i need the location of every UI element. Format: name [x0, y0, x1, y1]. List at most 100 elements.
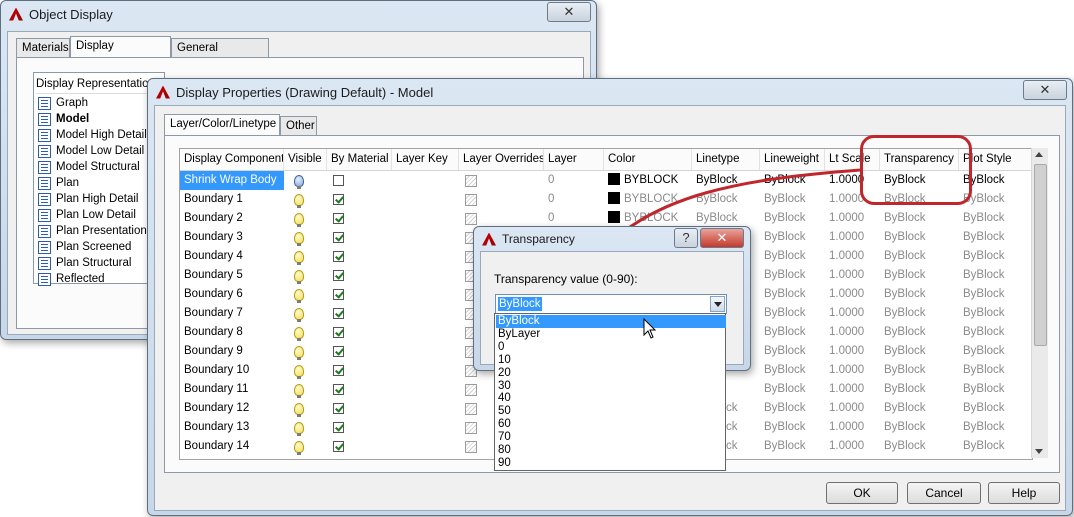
lineweight-cell[interactable]: ByBlock	[760, 228, 825, 247]
display-rep-item[interactable]: Model Low Detail	[38, 143, 144, 159]
lt-scale-cell[interactable]: 1.0000	[825, 209, 880, 228]
color-cell[interactable]: BYBLOCK	[604, 171, 692, 190]
layer-key-cell[interactable]	[392, 285, 459, 304]
layer-overrides-icon[interactable]	[465, 403, 477, 415]
plot-style-cell[interactable]: ByBlock	[959, 228, 1032, 247]
visible-cell[interactable]	[284, 399, 327, 418]
visible-cell[interactable]	[284, 209, 327, 228]
transparency-cell[interactable]: ByBlock	[880, 228, 959, 247]
light-bulb-icon[interactable]	[294, 213, 304, 227]
transparency-option[interactable]: 60	[496, 418, 726, 431]
lt-scale-cell[interactable]: 1.0000	[825, 247, 880, 266]
tab-materials[interactable]: Materials	[16, 38, 70, 57]
plot-style-cell[interactable]: ByBlock	[959, 209, 1032, 228]
layer-key-cell[interactable]	[392, 418, 459, 437]
column-header[interactable]: Layer	[544, 149, 604, 170]
lt-scale-cell[interactable]: 1.0000	[825, 228, 880, 247]
tab-layer-color-linetype[interactable]: Layer/Color/Linetype	[164, 114, 280, 135]
by-material-cell[interactable]	[327, 437, 392, 456]
visible-cell[interactable]	[284, 418, 327, 437]
transparency-cell[interactable]: ByBlock	[880, 285, 959, 304]
layer-key-cell[interactable]	[392, 380, 459, 399]
by-material-checkbox[interactable]	[333, 422, 344, 433]
lineweight-cell[interactable]: ByBlock	[760, 285, 825, 304]
transparency-option[interactable]: ByBlock	[496, 315, 726, 328]
help-button[interactable]: Help	[988, 482, 1060, 504]
layer-key-cell[interactable]	[392, 342, 459, 361]
display-properties-close-button[interactable]: ✕	[1023, 80, 1067, 100]
lineweight-cell[interactable]: ByBlock	[760, 437, 825, 456]
layer-overrides-icon[interactable]	[465, 175, 477, 187]
by-material-checkbox[interactable]	[333, 403, 344, 414]
transparency-option[interactable]: 20	[496, 367, 726, 380]
layer-key-cell[interactable]	[392, 209, 459, 228]
lineweight-cell[interactable]: ByBlock	[760, 209, 825, 228]
plot-style-cell[interactable]: ByBlock	[959, 437, 1032, 456]
layer-overrides-cell[interactable]	[459, 190, 544, 209]
transparency-cell[interactable]: ByBlock	[880, 361, 959, 380]
scroll-up-arrow-icon[interactable]	[1035, 152, 1043, 157]
light-bulb-icon[interactable]	[294, 194, 304, 208]
lineweight-cell[interactable]: ByBlock	[760, 323, 825, 342]
by-material-cell[interactable]	[327, 342, 392, 361]
lt-scale-cell[interactable]: 1.0000	[825, 380, 880, 399]
by-material-checkbox[interactable]	[333, 384, 344, 395]
plot-style-cell[interactable]: ByBlock	[959, 285, 1032, 304]
by-material-checkbox[interactable]	[333, 213, 344, 224]
dropdown-arrow-button[interactable]	[710, 296, 725, 312]
transparency-option[interactable]: 50	[496, 405, 726, 418]
layer-overrides-icon[interactable]	[465, 213, 477, 225]
column-header[interactable]: Visible	[284, 149, 327, 170]
light-bulb-icon[interactable]	[294, 251, 304, 265]
visible-cell[interactable]	[284, 437, 327, 456]
transparency-cell[interactable]: ByBlock	[880, 209, 959, 228]
lt-scale-cell[interactable]: 1.0000	[825, 361, 880, 380]
display-rep-item[interactable]: Model	[38, 111, 89, 127]
by-material-checkbox[interactable]	[333, 289, 344, 300]
column-header[interactable]: Lineweight	[760, 149, 825, 170]
tab-display-properties[interactable]: Display Properties	[70, 36, 171, 71]
by-material-cell[interactable]	[327, 247, 392, 266]
display-rep-item[interactable]: Plan High Detail	[38, 191, 138, 207]
layer-key-cell[interactable]	[392, 247, 459, 266]
by-material-checkbox[interactable]	[333, 175, 344, 186]
visible-cell[interactable]	[284, 285, 327, 304]
tab-general-properties[interactable]: General Properties	[171, 38, 269, 73]
lineweight-cell[interactable]: ByBlock	[760, 342, 825, 361]
light-bulb-icon[interactable]	[294, 270, 304, 284]
transparency-option[interactable]: 10	[496, 354, 726, 367]
transparency-option[interactable]: 40	[496, 392, 726, 405]
object-display-close-button[interactable]: ✕	[547, 2, 591, 22]
column-header[interactable]: Color	[604, 149, 692, 170]
visible-cell[interactable]	[284, 266, 327, 285]
linetype-cell[interactable]: ByBlock	[692, 190, 760, 209]
visible-cell[interactable]	[284, 323, 327, 342]
display-rep-item[interactable]: Plan Presentation	[38, 223, 147, 239]
visible-cell[interactable]	[284, 361, 327, 380]
visible-cell[interactable]	[284, 304, 327, 323]
display-rep-item[interactable]: Plan Structural	[38, 255, 131, 271]
transparency-cell[interactable]: ByBlock	[880, 342, 959, 361]
lt-scale-cell[interactable]: 1.0000	[825, 304, 880, 323]
layer-overrides-icon[interactable]	[465, 422, 477, 434]
column-header[interactable]: Layer Overrides	[459, 149, 544, 170]
by-material-checkbox[interactable]	[333, 308, 344, 319]
light-bulb-icon[interactable]	[294, 441, 304, 455]
light-bulb-icon[interactable]	[294, 403, 304, 417]
by-material-checkbox[interactable]	[333, 441, 344, 452]
transparency-cell[interactable]: ByBlock	[880, 399, 959, 418]
visible-cell[interactable]	[284, 247, 327, 266]
transparency-option[interactable]: 70	[496, 431, 726, 444]
lt-scale-cell[interactable]: 1.0000	[825, 323, 880, 342]
layer-key-cell[interactable]	[392, 399, 459, 418]
tab-other[interactable]: Other	[280, 116, 317, 135]
layer-key-cell[interactable]	[392, 437, 459, 456]
light-bulb-icon[interactable]	[294, 308, 304, 322]
display-rep-item[interactable]: Model High Detail	[38, 127, 147, 143]
light-bulb-icon[interactable]	[294, 346, 304, 360]
display-rep-item[interactable]: Reflected	[38, 271, 105, 287]
by-material-cell[interactable]	[327, 399, 392, 418]
lt-scale-cell[interactable]: 1.0000	[825, 342, 880, 361]
by-material-cell[interactable]	[327, 361, 392, 380]
visible-cell[interactable]	[284, 228, 327, 247]
